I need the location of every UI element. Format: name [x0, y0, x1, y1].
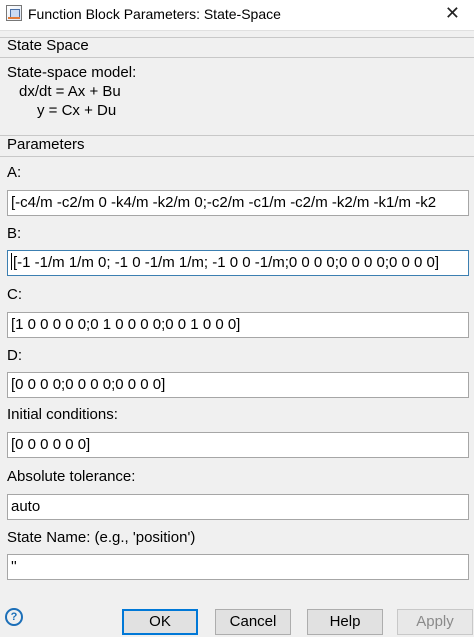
question-circle-icon[interactable]: ?	[5, 608, 23, 626]
d-matrix-input[interactable]: [0 0 0 0;0 0 0 0;0 0 0 0]	[7, 372, 469, 398]
apply-button[interactable]: Apply	[397, 609, 473, 635]
button-bar: ? OK Cancel Help Apply	[0, 604, 474, 637]
absolute-tolerance-label: Absolute tolerance:	[7, 468, 136, 485]
ok-button[interactable]: OK	[122, 609, 198, 635]
c-matrix-input[interactable]: [1 0 0 0 0 0;0 1 0 0 0 0;0 0 1 0 0 0]	[7, 312, 469, 338]
equation-y: y = Cx + Du	[37, 102, 117, 119]
cancel-button[interactable]: Cancel	[215, 609, 291, 635]
simulink-block-icon	[6, 5, 22, 21]
b-matrix-label: B:	[7, 225, 22, 242]
text-caret	[11, 253, 12, 270]
initial-conditions-input[interactable]: [0 0 0 0 0 0]	[7, 432, 469, 458]
parameters-section-divider-bottom	[0, 156, 474, 157]
title-bar: Function Block Parameters: State-Space ✕	[0, 0, 474, 31]
parameters-heading: Parameters	[7, 136, 85, 153]
close-icon[interactable]: ✕	[445, 3, 460, 24]
state-name-input[interactable]: ''	[7, 554, 469, 580]
help-button[interactable]: Help	[307, 609, 383, 635]
window-title: Function Block Parameters: State-Space	[28, 6, 281, 22]
d-matrix-label: D:	[7, 347, 22, 364]
state-name-label: State Name: (e.g., 'position')	[7, 529, 196, 546]
model-description-title: State-space model:	[7, 64, 137, 81]
b-matrix-value: [-1 -1/m 1/m 0; -1 0 -1/m 1/m; -1 0 0 -1…	[13, 254, 440, 271]
block-section-divider-bottom	[0, 57, 474, 58]
a-matrix-label: A:	[7, 164, 22, 181]
c-matrix-label: C:	[7, 286, 22, 303]
b-matrix-input[interactable]: [-1 -1/m 1/m 0; -1 0 -1/m 1/m; -1 0 0 -1…	[7, 250, 469, 276]
absolute-tolerance-input[interactable]: auto	[7, 494, 469, 520]
equation-dxdt: dx/dt = Ax + Bu	[19, 83, 121, 100]
initial-conditions-label: Initial conditions:	[7, 406, 118, 423]
a-matrix-input[interactable]: [-c4/m -c2/m 0 -k4/m -k2/m 0;-c2/m -c1/m…	[7, 190, 469, 216]
block-name-label: State Space	[7, 37, 89, 54]
